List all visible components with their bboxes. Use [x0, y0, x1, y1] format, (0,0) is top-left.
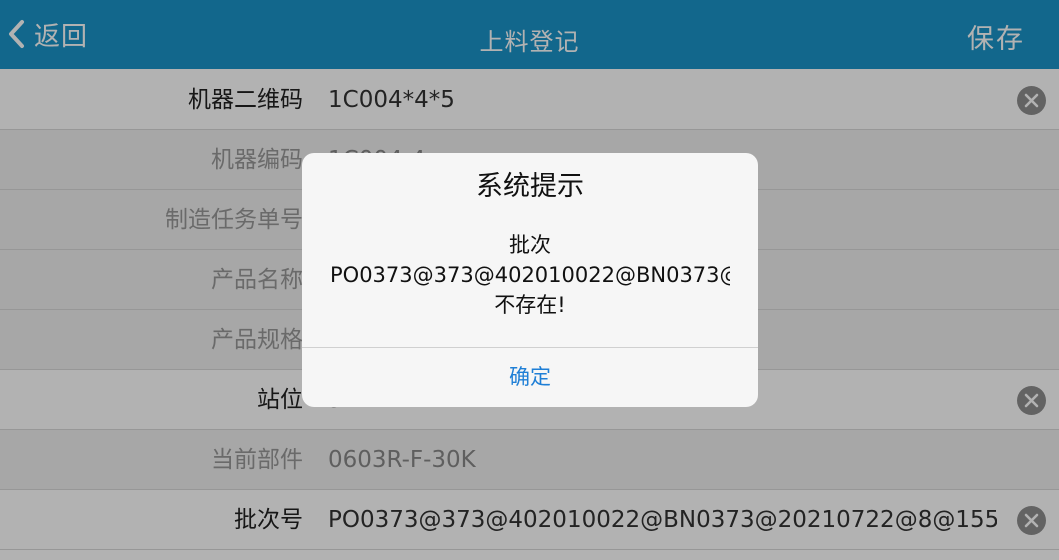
dialog-message-line: PO0373@373@402010022@BN0373@	[330, 263, 730, 287]
dialog-message-line: 批次	[509, 233, 551, 257]
dialog-message: 批次 PO0373@373@402010022@BN0373@ 不存在!	[330, 230, 730, 320]
dialog-message-line: 不存在!	[494, 293, 566, 317]
dialog-title: 系统提示	[476, 171, 584, 202]
confirm-button[interactable]: 确定	[302, 348, 758, 407]
system-alert-dialog: 系统提示 批次 PO0373@373@402010022@BN0373@ 不存在…	[302, 153, 758, 407]
